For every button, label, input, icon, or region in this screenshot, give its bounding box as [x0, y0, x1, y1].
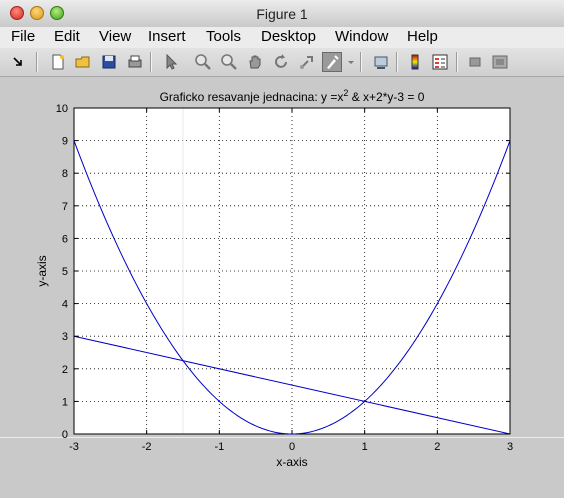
y-axis-label: y-axis: [35, 255, 49, 286]
y-tick-label: 5: [62, 266, 68, 278]
link-plot-icon[interactable]: [371, 52, 391, 72]
x-tick-label: -1: [214, 441, 224, 453]
plot-area[interactable]: -3 -2 -1 0 1 2 3 0 1 2 3 4 5 6 7 8 9 10 Graficko resavanj…: [0, 77, 564, 498]
chart-title: Graficko resavanje jednacina: y =x2 & x+…: [160, 88, 425, 104]
toolbar-separator: [150, 52, 152, 72]
menu-view[interactable]: View: [99, 28, 131, 45]
x-tick-label: 3: [507, 441, 513, 453]
brush-icon[interactable]: [322, 52, 342, 72]
toolbar-separator: [36, 52, 38, 72]
y-tick-label: 8: [62, 168, 68, 180]
menu-edit[interactable]: Edit: [54, 28, 80, 45]
menu-desktop[interactable]: Desktop: [261, 28, 316, 45]
y-tick-label: 3: [62, 331, 68, 343]
y-tick-label: 9: [62, 136, 68, 148]
x-tick-label: 0: [289, 441, 295, 453]
y-tick-label: 6: [62, 233, 68, 245]
hide-plot-tools-icon[interactable]: [465, 52, 485, 72]
figure-toolbar: [0, 48, 564, 77]
toolbar-separator: [396, 52, 398, 72]
x-tick-label: 1: [362, 441, 368, 453]
menu-bar: File Edit View Insert Tools Desktop Wind…: [0, 27, 564, 49]
print-icon[interactable]: [125, 52, 145, 72]
y-tick-label: 2: [62, 364, 68, 376]
pan-hand-icon[interactable]: [245, 52, 265, 72]
title-bar[interactable]: Figure 1: [0, 0, 564, 28]
y-tick-label: 7: [62, 201, 68, 213]
legend-icon[interactable]: [430, 52, 450, 72]
y-tick-label: 4: [62, 299, 68, 311]
x-tick-label: -2: [142, 441, 152, 453]
y-tick-label: 10: [56, 103, 68, 115]
menu-file[interactable]: File: [11, 28, 35, 45]
y-tick-label: 1: [62, 396, 68, 408]
colorbar-icon[interactable]: [405, 52, 425, 72]
figure-window: Figure 1 File Edit View Insert Tools Des…: [0, 0, 564, 498]
menu-help[interactable]: Help: [407, 28, 438, 45]
new-figure-icon[interactable]: [48, 52, 68, 72]
menu-insert[interactable]: Insert: [148, 28, 186, 45]
dock-arrow-icon[interactable]: [8, 52, 28, 72]
brush-dropdown-icon[interactable]: [345, 52, 357, 72]
menu-window[interactable]: Window: [335, 28, 388, 45]
zoom-in-icon[interactable]: [193, 52, 213, 72]
edit-plot-arrow-icon[interactable]: [161, 52, 181, 72]
show-plot-tools-icon[interactable]: [490, 52, 510, 72]
save-icon[interactable]: [99, 52, 119, 72]
x-tick-label: -3: [69, 441, 79, 453]
open-file-icon[interactable]: [73, 52, 93, 72]
zoom-out-icon[interactable]: [219, 52, 239, 72]
y-tick-label: 0: [62, 429, 68, 441]
figure-canvas[interactable]: -3 -2 -1 0 1 2 3 0 1 2 3 4 5 6 7 8 9 10 Graficko resavanj…: [0, 77, 564, 498]
x-axis-label: x-axis: [276, 455, 307, 469]
toolbar-separator: [360, 52, 362, 72]
rotate-3d-icon[interactable]: [271, 52, 291, 72]
window-title: Figure 1: [256, 6, 308, 22]
data-cursor-icon[interactable]: [297, 52, 317, 72]
menu-tools[interactable]: Tools: [206, 28, 241, 45]
x-tick-label: 2: [434, 441, 440, 453]
toolbar-separator: [456, 52, 458, 72]
